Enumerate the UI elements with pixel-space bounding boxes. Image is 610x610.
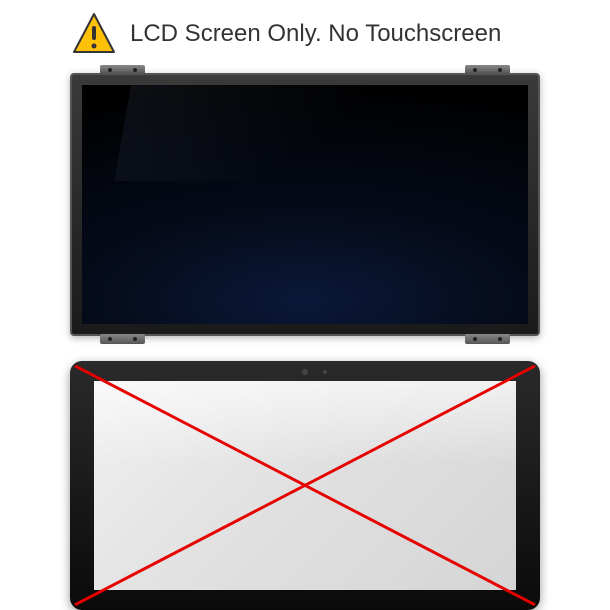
glass-reflection — [94, 381, 516, 464]
warning-header: LCD Screen Only. No Touchscreen — [50, 10, 610, 58]
touchscreen-image — [70, 361, 540, 610]
lcd-screen-image — [70, 73, 540, 336]
touchscreen-glass — [94, 381, 516, 590]
warning-icon — [70, 10, 118, 58]
screen-reflection — [114, 85, 496, 181]
touchscreen-bezel — [70, 361, 540, 610]
camera-icon — [302, 369, 308, 375]
lcd-display-area — [82, 85, 528, 324]
sensor-icon — [323, 370, 327, 374]
header-text: LCD Screen Only. No Touchscreen — [130, 20, 501, 48]
mounting-tab — [465, 334, 510, 344]
mounting-tab — [100, 334, 145, 344]
lcd-bezel — [70, 73, 540, 336]
